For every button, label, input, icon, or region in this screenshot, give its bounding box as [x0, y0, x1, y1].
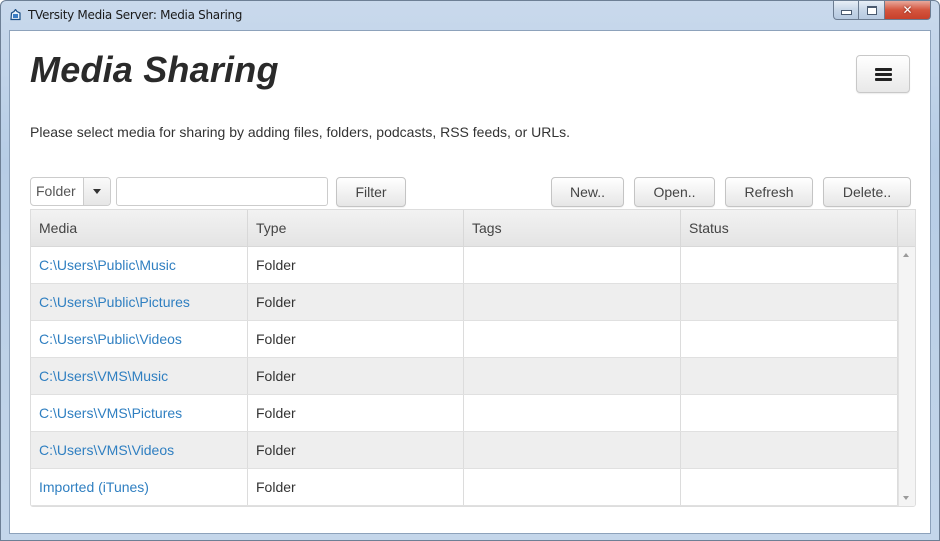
- cell-media: C:\Users\Public\Videos: [31, 321, 248, 357]
- media-table: Media Type Tags Status C:\Users\Public\M…: [30, 209, 916, 507]
- media-type-dropdown-toggle[interactable]: [82, 178, 110, 205]
- column-header-tags[interactable]: Tags: [464, 210, 681, 246]
- cell-tags: [464, 247, 681, 283]
- media-path-link[interactable]: C:\Users\VMS\Music: [39, 368, 168, 384]
- media-path-link[interactable]: C:\Users\Public\Music: [39, 257, 176, 273]
- cell-status: [681, 395, 898, 431]
- cell-status: [681, 284, 898, 320]
- table-scrollbar[interactable]: [898, 247, 915, 506]
- cell-tags: [464, 395, 681, 431]
- cell-media: C:\Users\Public\Music: [31, 247, 248, 283]
- table-header: Media Type Tags Status: [31, 210, 915, 247]
- maximize-icon: [866, 5, 877, 15]
- minimize-button[interactable]: [833, 1, 859, 20]
- column-header-media[interactable]: Media: [31, 210, 248, 246]
- table-body: C:\Users\Public\Music Folder C:\Users\Pu…: [31, 247, 898, 506]
- cell-tags: [464, 284, 681, 320]
- cell-type: Folder: [248, 469, 464, 505]
- cell-tags: [464, 469, 681, 505]
- cell-media: C:\Users\VMS\Videos: [31, 432, 248, 468]
- page-title: Media Sharing: [30, 49, 279, 90]
- close-button[interactable]: ✕: [885, 1, 931, 20]
- media-type-select-value: Folder: [36, 183, 76, 199]
- cell-type: Folder: [248, 358, 464, 394]
- refresh-button[interactable]: Refresh: [725, 177, 813, 207]
- table-row[interactable]: C:\Users\VMS\Pictures Folder: [31, 395, 898, 432]
- cell-media: C:\Users\VMS\Music: [31, 358, 248, 394]
- media-path-link[interactable]: C:\Users\Public\Videos: [39, 331, 182, 347]
- filter-input[interactable]: [116, 177, 328, 206]
- cell-type: Folder: [248, 247, 464, 283]
- hamburger-menu-icon: [874, 67, 892, 81]
- table-row[interactable]: C:\Users\Public\Videos Folder: [31, 321, 898, 358]
- media-path-link[interactable]: Imported (iTunes): [39, 479, 149, 495]
- cell-status: [681, 432, 898, 468]
- close-icon: ✕: [902, 3, 913, 17]
- cell-media: C:\Users\VMS\Pictures: [31, 395, 248, 431]
- cell-status: [681, 321, 898, 357]
- cell-type: Folder: [248, 284, 464, 320]
- cell-type: Folder: [248, 432, 464, 468]
- page-description: Please select media for sharing by addin…: [30, 124, 571, 140]
- tversity-app-icon: [10, 9, 21, 21]
- table-row[interactable]: Imported (iTunes) Folder: [31, 469, 898, 506]
- table-row[interactable]: C:\Users\Public\Music Folder: [31, 247, 898, 284]
- toolbar: Folder Filter New.. Open.. Refresh Delet…: [30, 177, 911, 207]
- media-path-link[interactable]: C:\Users\VMS\Videos: [39, 442, 174, 458]
- caret-down-icon: [92, 189, 101, 194]
- cell-status: [681, 247, 898, 283]
- cell-media: C:\Users\Public\Pictures: [31, 284, 248, 320]
- menu-button[interactable]: [856, 55, 910, 93]
- title-bar[interactable]: TVersity Media Server: Media Sharing ✕: [1, 1, 939, 30]
- table-row[interactable]: C:\Users\Public\Pictures Folder: [31, 284, 898, 321]
- client-area: Media Sharing Please select media for sh…: [9, 30, 931, 534]
- app-window: TVersity Media Server: Media Sharing ✕ M…: [0, 0, 940, 541]
- cell-tags: [464, 321, 681, 357]
- cell-tags: [464, 432, 681, 468]
- cell-type: Folder: [248, 321, 464, 357]
- minimize-icon: [840, 10, 852, 15]
- cell-status: [681, 469, 898, 505]
- maximize-button[interactable]: [859, 1, 885, 20]
- table-row[interactable]: C:\Users\VMS\Videos Folder: [31, 432, 898, 469]
- window-controls: ✕: [833, 1, 931, 20]
- cell-tags: [464, 358, 681, 394]
- cell-media: Imported (iTunes): [31, 469, 248, 505]
- new-button[interactable]: New..: [551, 177, 624, 207]
- column-header-type[interactable]: Type: [248, 210, 464, 246]
- media-type-select[interactable]: Folder: [30, 177, 111, 206]
- window-title: TVersity Media Server: Media Sharing: [28, 8, 243, 22]
- scroll-up-arrow-icon[interactable]: [903, 253, 909, 257]
- table-row[interactable]: C:\Users\VMS\Music Folder: [31, 358, 898, 395]
- delete-button[interactable]: Delete..: [823, 177, 911, 207]
- cell-status: [681, 358, 898, 394]
- column-header-status[interactable]: Status: [681, 210, 898, 246]
- media-path-link[interactable]: C:\Users\VMS\Pictures: [39, 405, 182, 421]
- scroll-down-arrow-icon[interactable]: [903, 496, 909, 500]
- column-header-spacer: [898, 210, 915, 246]
- media-path-link[interactable]: C:\Users\Public\Pictures: [39, 294, 190, 310]
- cell-type: Folder: [248, 395, 464, 431]
- filter-button[interactable]: Filter: [336, 177, 406, 207]
- open-button[interactable]: Open..: [634, 177, 715, 207]
